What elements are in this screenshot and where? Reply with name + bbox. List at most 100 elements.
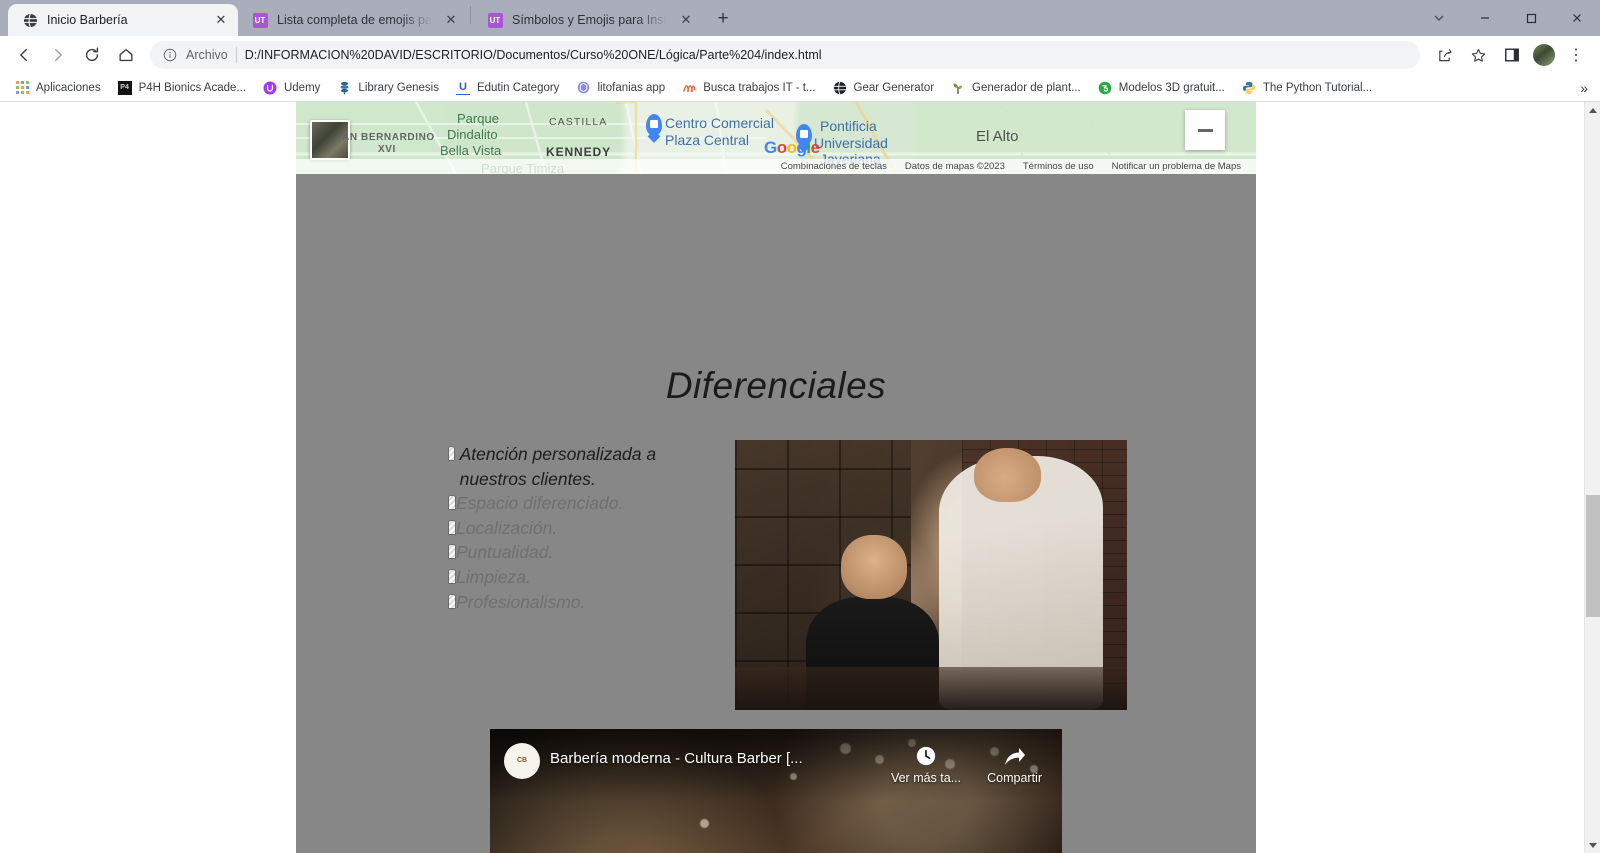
page-canvas: Google AN BERNARDINO XVI Parque Dindalit… — [0, 102, 1584, 853]
close-icon[interactable]: ✕ — [442, 11, 460, 29]
photo-client-head — [840, 534, 908, 600]
bookmark-label: litofanias app — [597, 81, 666, 94]
back-icon[interactable] — [8, 39, 40, 71]
bookmark-udemy[interactable]: Udemy — [254, 78, 328, 98]
tab-simbolos-emojis[interactable]: UT Símbolos y Emojis para Instagram ✕ — [473, 4, 703, 36]
barber-pole-emoji-icon — [448, 446, 455, 461]
map-pin-centro-comercial[interactable] — [646, 114, 662, 136]
share-label: Compartir — [987, 771, 1042, 785]
bookmark-edutin-category[interactable]: U Edutin Category — [447, 78, 567, 98]
tab-lista-emojis[interactable]: UT Lista completa de emojis para Ap ✕ — [238, 4, 468, 36]
tab-strip: Inicio Barbería ✕ UT Lista completa de e… — [0, 0, 1600, 36]
kebab-menu-icon[interactable]: ⋮ — [1560, 39, 1592, 71]
share-arrow-icon — [1003, 745, 1027, 767]
video-title[interactable]: Barbería moderna - Cultura Barber [... — [550, 743, 881, 767]
close-window-icon[interactable] — [1554, 0, 1600, 36]
bookmark-label: Edutin Category — [476, 81, 560, 94]
bookmark-aplicaciones[interactable]: Aplicaciones — [6, 78, 109, 98]
google-map-embed[interactable]: Google AN BERNARDINO XVI Parque Dindalit… — [296, 102, 1256, 174]
tab-divider — [470, 5, 471, 24]
apps-grid-icon — [14, 80, 30, 96]
scroll-up-arrow-icon[interactable] — [1585, 102, 1600, 118]
avatar[interactable] — [1533, 44, 1555, 66]
share-icon[interactable] — [1428, 39, 1460, 71]
barber-pole-emoji-icon — [448, 568, 456, 584]
bookmark-label: The Python Tutorial... — [1262, 81, 1373, 94]
barber-pole-emoji-icon — [448, 519, 456, 535]
watch-later-button[interactable]: Ver más ta... — [891, 743, 961, 785]
photo-counter — [735, 666, 1127, 710]
scrollbar-thumb[interactable] — [1586, 495, 1600, 617]
map-terms-link[interactable]: Términos de uso — [1014, 161, 1103, 172]
page-scrollbar[interactable] — [1584, 102, 1600, 853]
page-title: Diferenciales — [665, 365, 887, 406]
jobs-icon — [681, 80, 697, 96]
bookmark-gear-generator[interactable]: Gear Generator — [824, 78, 943, 98]
list-item: Profesionalismo. — [448, 590, 718, 615]
plant-icon — [950, 80, 966, 96]
bookmark-python-tutorial[interactable]: The Python Tutorial... — [1233, 78, 1380, 98]
scroll-down-arrow-icon[interactable] — [1585, 837, 1600, 853]
address-bar[interactable]: Archivo D:/INFORMACION%20DAVID/ESCRITORI… — [150, 41, 1420, 69]
forward-icon[interactable] — [42, 39, 74, 71]
differentials-section: Atención personalizada a nuestros client… — [296, 440, 1256, 710]
youtube-video-embed[interactable]: CB Barbería moderna - Cultura Barber [..… — [490, 729, 1062, 853]
page-viewport: Google AN BERNARDINO XVI Parque Dindalit… — [0, 102, 1600, 853]
bookmark-generador-plantillas[interactable]: Generador de plant... — [942, 78, 1089, 98]
barber-pole-emoji-icon — [448, 495, 456, 511]
share-button[interactable]: Compartir — [987, 743, 1042, 785]
minimize-icon[interactable] — [1462, 0, 1508, 36]
photo-barber-head — [974, 448, 1041, 503]
watch-later-label: Ver más ta... — [890, 771, 962, 785]
edutin-icon: U — [455, 80, 471, 96]
ut-icon: UT — [487, 12, 503, 28]
tab-title: Símbolos y Emojis para Instagram — [512, 13, 668, 27]
new-tab-button[interactable]: + — [709, 5, 737, 33]
bookmarks-overflow-icon[interactable]: » — [1574, 80, 1594, 96]
bookmark-label: Gear Generator — [853, 81, 935, 94]
bookmark-label: Aplicaciones — [36, 81, 101, 94]
tab-title: Lista completa de emojis para Ap — [277, 13, 433, 27]
bookmark-litofanias-app[interactable]: litofanias app — [567, 78, 673, 98]
reload-icon[interactable] — [76, 39, 108, 71]
map-keyboard-shortcuts-link[interactable]: Combinaciones de teclas — [772, 161, 896, 172]
map-report-problem-link[interactable]: Notificar un problema de Maps — [1103, 161, 1250, 172]
maximize-icon[interactable] — [1508, 0, 1554, 36]
video-actions: Ver más ta... Compartir — [891, 743, 1048, 785]
tab-inicio-barberia[interactable]: Inicio Barbería ✕ — [8, 4, 238, 36]
browser-toolbar: Archivo D:/INFORMACION%20DAVID/ESCRITORI… — [0, 36, 1600, 74]
bookmark-modelos-3d[interactable]: Modelos 3D gratuit... — [1089, 78, 1233, 98]
bookmark-label: Generador de plant... — [972, 81, 1081, 94]
udemy-icon — [262, 80, 278, 96]
bookmark-library-genesis[interactable]: Library Genesis — [328, 78, 447, 98]
clock-icon — [915, 745, 937, 767]
gear-globe-icon — [832, 80, 848, 96]
list-item-label: Puntualidad. — [456, 542, 554, 563]
star-icon[interactable] — [1462, 39, 1494, 71]
list-item-label: Localización. — [456, 517, 558, 538]
barber-pole-emoji-icon — [448, 593, 456, 609]
chevron-down-icon[interactable] — [1416, 0, 1462, 36]
bookmark-busca-trabajos-it[interactable]: Busca trabajos IT - t... — [673, 78, 823, 98]
map-street-view-thumbnail[interactable] — [310, 120, 350, 160]
close-icon[interactable]: ✕ — [212, 11, 230, 29]
map-zoom-out-button[interactable] — [1185, 110, 1225, 150]
page-margin-right — [1256, 102, 1584, 853]
bookmark-label: P4H Bionics Acade... — [138, 81, 246, 94]
list-item-label: Atención personalizada a nuestros client… — [459, 444, 657, 489]
python-icon — [1241, 80, 1257, 96]
litofanias-icon — [575, 80, 591, 96]
url-text[interactable]: D:/INFORMACION%20DAVID/ESCRITORIO/Docume… — [245, 48, 1408, 62]
bookmark-label: Busca trabajos IT - t... — [703, 81, 816, 94]
browser-window: Inicio Barbería ✕ UT Lista completa de e… — [0, 0, 1600, 853]
bookmark-p4h-bionics[interactable]: P4 P4H Bionics Acade... — [109, 78, 254, 98]
close-icon[interactable]: ✕ — [677, 11, 695, 29]
home-icon[interactable] — [110, 39, 142, 71]
list-item: Localización. — [448, 516, 718, 541]
side-panel-icon[interactable] — [1496, 39, 1528, 71]
list-item: Atención personalizada a nuestros client… — [448, 442, 718, 491]
map-footer: Combinaciones de teclas Datos de mapas ©… — [296, 159, 1256, 174]
bookmark-label: Library Genesis — [358, 81, 439, 94]
channel-avatar[interactable]: CB — [504, 743, 540, 779]
barbershop-photo — [735, 440, 1127, 710]
